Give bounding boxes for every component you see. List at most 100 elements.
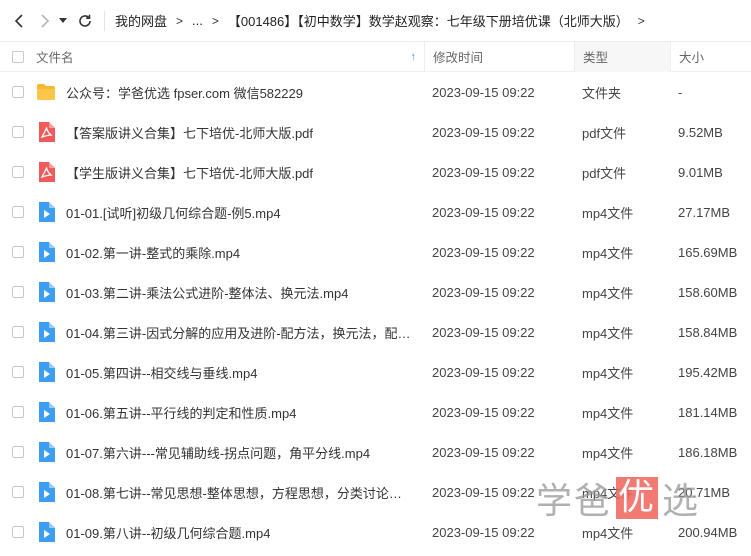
row-check-cell [0,366,36,378]
file-name[interactable]: 01-01.[试听]初级几何综合题-例5.mp4 [66,203,281,222]
file-name[interactable]: 01-03.第二讲-乘法公式进阶-整体法、换元法.mp4 [66,283,348,302]
file-name-cell: 01-04.第三讲-因式分解的应用及进阶-配方法，换元法，配凑法... [36,322,424,342]
column-header-type[interactable]: 类型 [574,41,670,72]
row-check-cell [0,526,36,538]
watermark-text: 学爸 [536,481,613,522]
file-list-header: 文件名 ↑ 修改时间 类型 大小 [0,41,751,72]
video-file-icon [36,202,56,222]
forward-button[interactable] [34,10,56,32]
column-name-label: 文件名 [36,51,74,65]
column-header-time[interactable]: 修改时间 [424,41,574,72]
row-checkbox[interactable] [12,166,24,178]
back-button[interactable] [8,10,30,32]
chevron-right-icon [41,13,50,28]
file-name-cell: 01-01.[试听]初级几何综合题-例5.mp4 [36,202,424,222]
file-size: 27.17MB [678,204,731,220]
row-checkbox[interactable] [12,286,24,298]
file-type: mp4文件 [582,325,634,341]
file-modified-time: 2023-09-15 09:22 [432,444,535,460]
file-row[interactable]: 01-01.[试听]初级几何综合题-例5.mp4 2023-09-15 09:22… [0,192,751,232]
file-modified-time: 2023-09-15 09:22 [432,284,535,300]
file-row[interactable]: 01-06.第五讲--平行线的判定和性质.mp4 2023-09-15 09:22… [0,392,751,432]
file-row[interactable]: 01-05.第四讲--相交线与垂线.mp4 2023-09-15 09:22 mp4… [0,352,751,392]
file-name[interactable]: 公众号：学爸优选 fpser.com 微信582229 [66,83,303,102]
row-check-cell [0,126,36,138]
video-file-icon [36,242,56,262]
refresh-icon [79,14,91,27]
file-name[interactable]: 01-07.第六讲---常见辅助线-拐点问题，角平分线.mp4 [66,443,370,462]
file-name[interactable]: 01-02.第一讲-整式的乘除.mp4 [66,243,240,262]
file-type: 文件夹 [582,85,622,101]
column-header-name[interactable]: 文件名 ↑ [36,47,424,66]
file-type: pdf文件 [582,165,627,181]
file-type: mp4文件 [582,525,634,541]
file-size: 165.69MB [678,244,738,260]
file-name[interactable]: 【答案版讲义合集】七下培优-北师大版.pdf [66,123,313,142]
video-file-icon [36,402,56,422]
file-size: 181.14MB [678,404,738,420]
file-name[interactable]: 【学生版讲义合集】七下培优-北师大版.pdf [66,163,313,182]
row-checkbox[interactable] [12,406,24,418]
breadcrumb-separator-icon: > [176,13,184,28]
file-type: mp4文件 [582,445,634,461]
file-row[interactable]: 01-07.第六讲---常见辅助线-拐点问题，角平分线.mp4 2023-09-1… [0,432,751,472]
row-checkbox[interactable] [12,126,24,138]
select-all-cell [0,50,36,63]
breadcrumb-ellipsis[interactable]: ... [192,13,203,28]
file-row[interactable]: 公众号：学爸优选 fpser.com 微信582229 2023-09-15 09… [0,72,751,112]
column-time-label: 修改时间 [433,51,484,65]
file-modified-time: 2023-09-15 09:22 [432,364,535,380]
file-size: 195.42MB [678,364,738,380]
row-check-cell [0,86,36,98]
folder-icon [36,82,56,102]
file-type: mp4文件 [582,205,634,221]
file-row[interactable]: 01-04.第三讲-因式分解的应用及进阶-配方法，换元法，配凑法... 2023-… [0,312,751,352]
row-check-cell [0,166,36,178]
file-name[interactable]: 01-09.第八讲--初级几何综合题.mp4 [66,523,270,542]
file-row[interactable]: 01-02.第一讲-整式的乘除.mp4 2023-09-15 09:22 mp4文件… [0,232,751,272]
row-checkbox[interactable] [12,446,24,458]
watermark-highlight: 优 [616,477,659,519]
select-all-checkbox[interactable] [12,50,24,63]
breadcrumb-root[interactable]: 我的网盘 [115,11,167,30]
row-check-cell [0,206,36,218]
file-row[interactable]: 【答案版讲义合集】七下培优-北师大版.pdf 2023-09-15 09:22 pd… [0,112,751,152]
refresh-button[interactable] [74,10,96,32]
file-modified-time: 2023-09-15 09:22 [432,164,535,180]
file-name-cell: 01-09.第八讲--初级几何综合题.mp4 [36,522,424,542]
file-modified-time: 2023-09-15 09:22 [432,204,535,220]
row-check-cell [0,486,36,498]
file-row[interactable]: 【学生版讲义合集】七下培优-北师大版.pdf 2023-09-15 09:22 pd… [0,152,751,192]
row-checkbox[interactable] [12,246,24,258]
column-header-size[interactable]: 大小 [670,41,750,72]
row-check-cell [0,326,36,338]
breadcrumb-current[interactable]: 【001486】【初中数学】数学赵观察：七年级下册培优课（北师大版） [228,11,629,30]
row-checkbox[interactable] [12,326,24,338]
file-name[interactable]: 01-04.第三讲-因式分解的应用及进阶-配方法，换元法，配凑法... [66,323,411,342]
file-name[interactable]: 01-05.第四讲--相交线与垂线.mp4 [66,363,257,382]
file-size: 200.94MB [678,524,738,540]
file-name[interactable]: 01-06.第五讲--平行线的判定和性质.mp4 [66,403,296,422]
file-name[interactable]: 01-08.第七讲--常见思想-整体思想，方程思想，分类讨论思想... [66,483,411,502]
breadcrumb-more-icon[interactable]: > [638,14,645,28]
file-row[interactable]: 01-03.第二讲-乘法公式进阶-整体法、换元法.mp4 2023-09-15 0… [0,272,751,312]
file-modified-time: 2023-09-15 09:22 [432,124,535,140]
file-type: mp4文件 [582,245,634,261]
file-size: 9.52MB [678,124,723,140]
file-name-cell: 【学生版讲义合集】七下培优-北师大版.pdf [36,162,424,182]
file-type: mp4文件 [582,365,634,381]
sort-ascending-icon: ↑ [410,50,417,63]
row-checkbox[interactable] [12,486,24,498]
row-checkbox[interactable] [12,206,24,218]
file-size: 158.60MB [678,284,738,300]
row-checkbox[interactable] [12,366,24,378]
file-size: 186.18MB [678,444,738,460]
pdf-file-icon [36,122,56,142]
file-modified-time: 2023-09-15 09:22 [432,244,535,260]
row-checkbox[interactable] [12,86,24,98]
file-name-cell: 01-08.第七讲--常见思想-整体思想，方程思想，分类讨论思想... [36,482,424,502]
row-checkbox[interactable] [12,526,24,538]
file-name-cell: 公众号：学爸优选 fpser.com 微信582229 [36,82,424,102]
history-dropdown-button[interactable] [56,10,70,32]
column-size-label: 大小 [679,51,705,65]
